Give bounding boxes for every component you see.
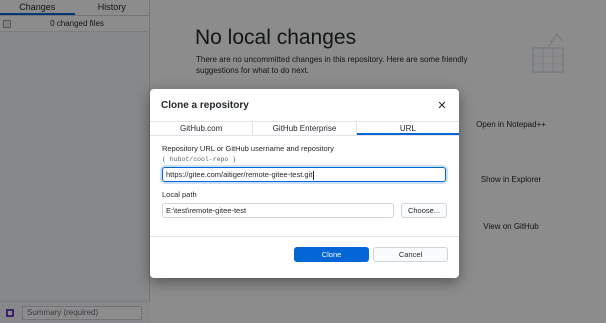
cancel-button[interactable]: Cancel: [373, 247, 448, 262]
dialog-tabs: GitHub.com GitHub Enterprise URL: [150, 121, 459, 136]
url-label: Repository URL or GitHub username and re…: [162, 144, 334, 153]
tab-github-enterprise[interactable]: GitHub Enterprise: [253, 122, 357, 135]
local-path-input[interactable]: E:\test\remote-gitee-test: [162, 203, 394, 218]
text-cursor: [313, 170, 315, 180]
tab-url[interactable]: URL: [356, 122, 459, 135]
close-icon[interactable]: ✕: [436, 99, 448, 112]
url-input[interactable]: https://gitee.com/aitiger/remote-gitee-t…: [162, 167, 446, 182]
clone-button[interactable]: Clone: [294, 247, 369, 262]
path-label: Local path: [162, 190, 197, 199]
dialog-header: Clone a repository ✕: [150, 89, 459, 121]
url-hint: ( hubot/cool-repo ): [162, 156, 237, 163]
path-row: E:\test\remote-gitee-test Choose...: [162, 203, 447, 218]
url-value: https://gitee.com/aitiger/remote-gitee-t…: [166, 170, 313, 179]
dialog-footer: Clone Cancel: [150, 236, 459, 278]
dialog-title: Clone a repository: [161, 99, 249, 111]
tab-github-com[interactable]: GitHub.com: [150, 122, 254, 135]
choose-button[interactable]: Choose...: [401, 203, 447, 218]
clone-dialog: Clone a repository ✕ GitHub.com GitHub E…: [150, 89, 459, 278]
dialog-body: Repository URL or GitHub username and re…: [150, 136, 459, 218]
